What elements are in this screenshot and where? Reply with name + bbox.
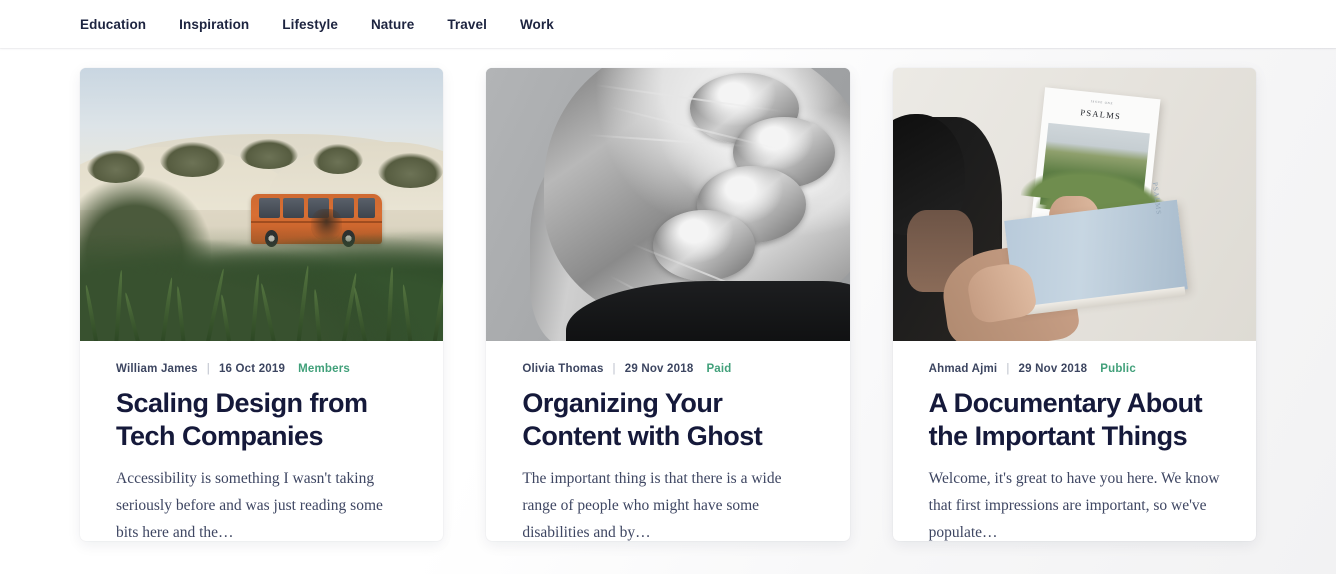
primary-navigation: Education Inspiration Lifestyle Nature T…	[0, 17, 554, 32]
post-author[interactable]: Olivia Thomas	[522, 363, 603, 375]
van-window	[283, 197, 305, 218]
post-title[interactable]: A Documentary About the Important Things	[929, 387, 1220, 452]
scrub-bush	[239, 138, 298, 169]
post-title[interactable]: Organizing Your Content with Ghost	[522, 387, 813, 452]
site-header: Education Inspiration Lifestyle Nature T…	[0, 0, 1336, 48]
van-window	[258, 197, 280, 218]
scrub-bush	[159, 141, 226, 178]
post-image-hair[interactable]	[486, 68, 850, 341]
post-image-van[interactable]	[80, 68, 444, 341]
post-card-body: Olivia Thomas | 29 Nov 2018 Paid Organiz…	[486, 341, 849, 541]
post-visibility-badge: Paid	[706, 363, 732, 375]
nav-item-work[interactable]: Work	[520, 17, 554, 32]
post-date: 29 Nov 2018	[624, 363, 694, 375]
meta-separator: |	[612, 363, 616, 375]
nav-item-lifestyle[interactable]: Lifestyle	[282, 17, 338, 32]
post-card-body: Ahmad Ajmi | 29 Nov 2018 Public A Docume…	[893, 341, 1256, 541]
post-author[interactable]: Ahmad Ajmi	[929, 363, 998, 375]
post-meta: Ahmad Ajmi | 29 Nov 2018 Public	[929, 363, 1220, 375]
post-card[interactable]: William James | 16 Oct 2019 Members Scal…	[80, 68, 444, 541]
meta-separator: |	[1006, 363, 1010, 375]
scrub-bush	[377, 152, 444, 189]
meta-separator: |	[206, 363, 210, 375]
post-meta: William James | 16 Oct 2019 Members	[116, 363, 407, 375]
nav-item-nature[interactable]: Nature	[371, 17, 414, 32]
post-excerpt: Welcome, it's great to have you here. We…	[928, 470, 1220, 541]
hair-bun	[653, 209, 756, 281]
post-visibility-badge: Public	[1100, 363, 1136, 375]
nav-item-travel[interactable]: Travel	[447, 17, 487, 32]
post-excerpt: Accessibility is something I wasn't taki…	[116, 470, 383, 541]
post-title[interactable]: Scaling Design from Tech Companies	[116, 387, 407, 452]
nav-item-inspiration[interactable]: Inspiration	[179, 17, 249, 32]
post-meta: Olivia Thomas | 29 Nov 2018 Paid	[522, 363, 813, 375]
nav-item-education[interactable]: Education	[80, 17, 146, 32]
post-date: 29 Nov 2018	[1018, 363, 1088, 375]
post-image-books[interactable]: ISSUE ONE PSALMS PSALMS	[892, 68, 1256, 341]
post-feed: William James | 16 Oct 2019 Members Scal…	[0, 48, 1336, 541]
post-card-body: William James | 16 Oct 2019 Members Scal…	[80, 341, 443, 541]
post-card[interactable]: Olivia Thomas | 29 Nov 2018 Paid Organiz…	[486, 68, 850, 541]
post-visibility-badge: Members	[298, 363, 350, 375]
post-card[interactable]: ISSUE ONE PSALMS PSALMS Ahmad Ajmi | 29 …	[892, 68, 1256, 541]
van-windshield	[358, 197, 375, 218]
post-author[interactable]: William James	[116, 363, 198, 375]
post-date: 16 Oct 2019	[218, 363, 286, 375]
post-excerpt: The important thing is that there is a w…	[522, 470, 782, 541]
succulent-foreground	[80, 226, 444, 341]
